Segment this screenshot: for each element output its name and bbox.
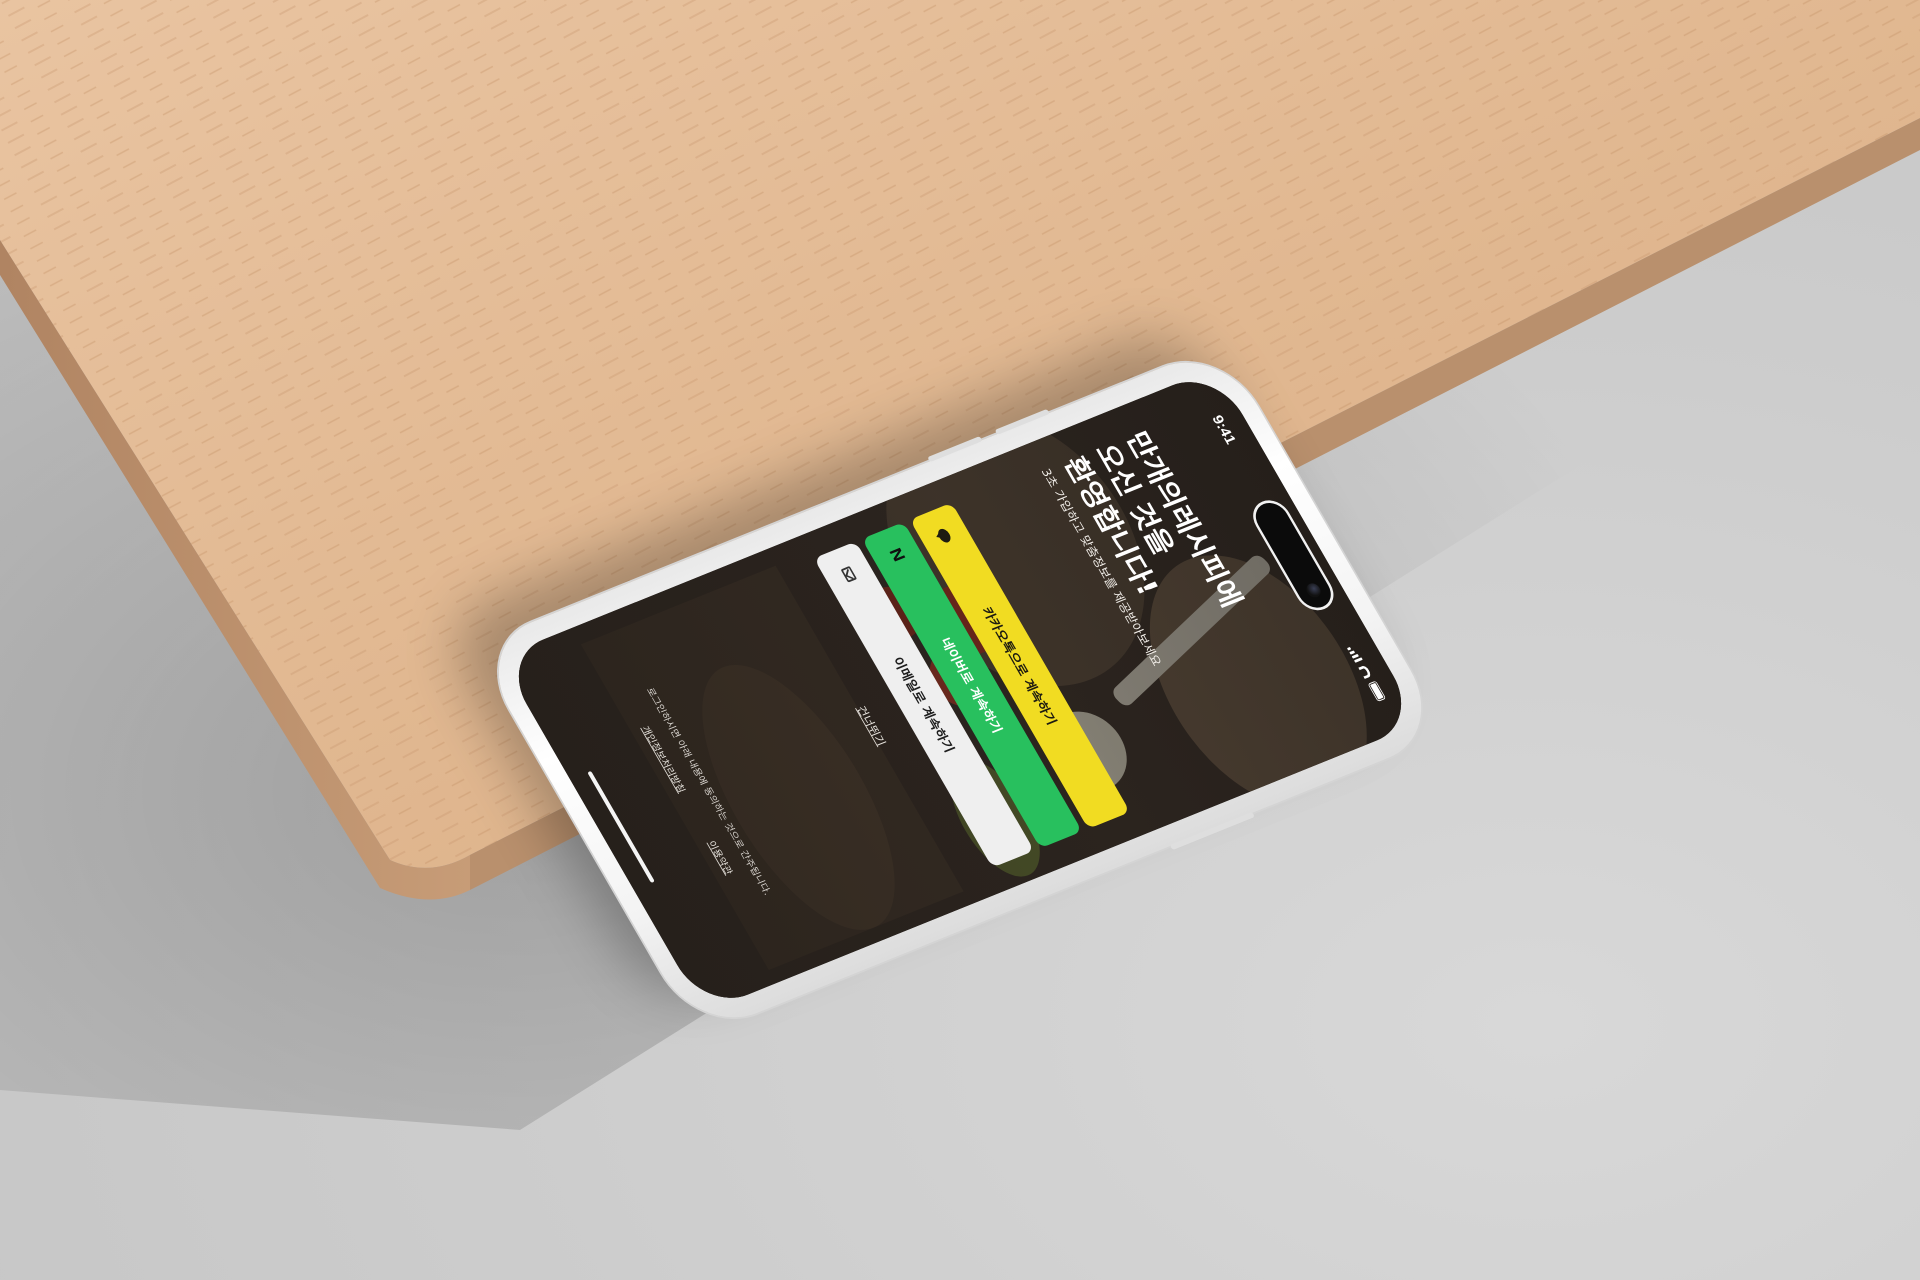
product-mockup-scene: 9:41 만개의레시피에 오신 것을 환영합니다! 3초 가입하고 맞춤정보를 [0,0,1920,1280]
kakao-bubble-icon [928,520,962,551]
mail-icon [832,559,866,590]
camera-icon [1303,581,1324,600]
naver-n-icon: N [885,545,909,564]
